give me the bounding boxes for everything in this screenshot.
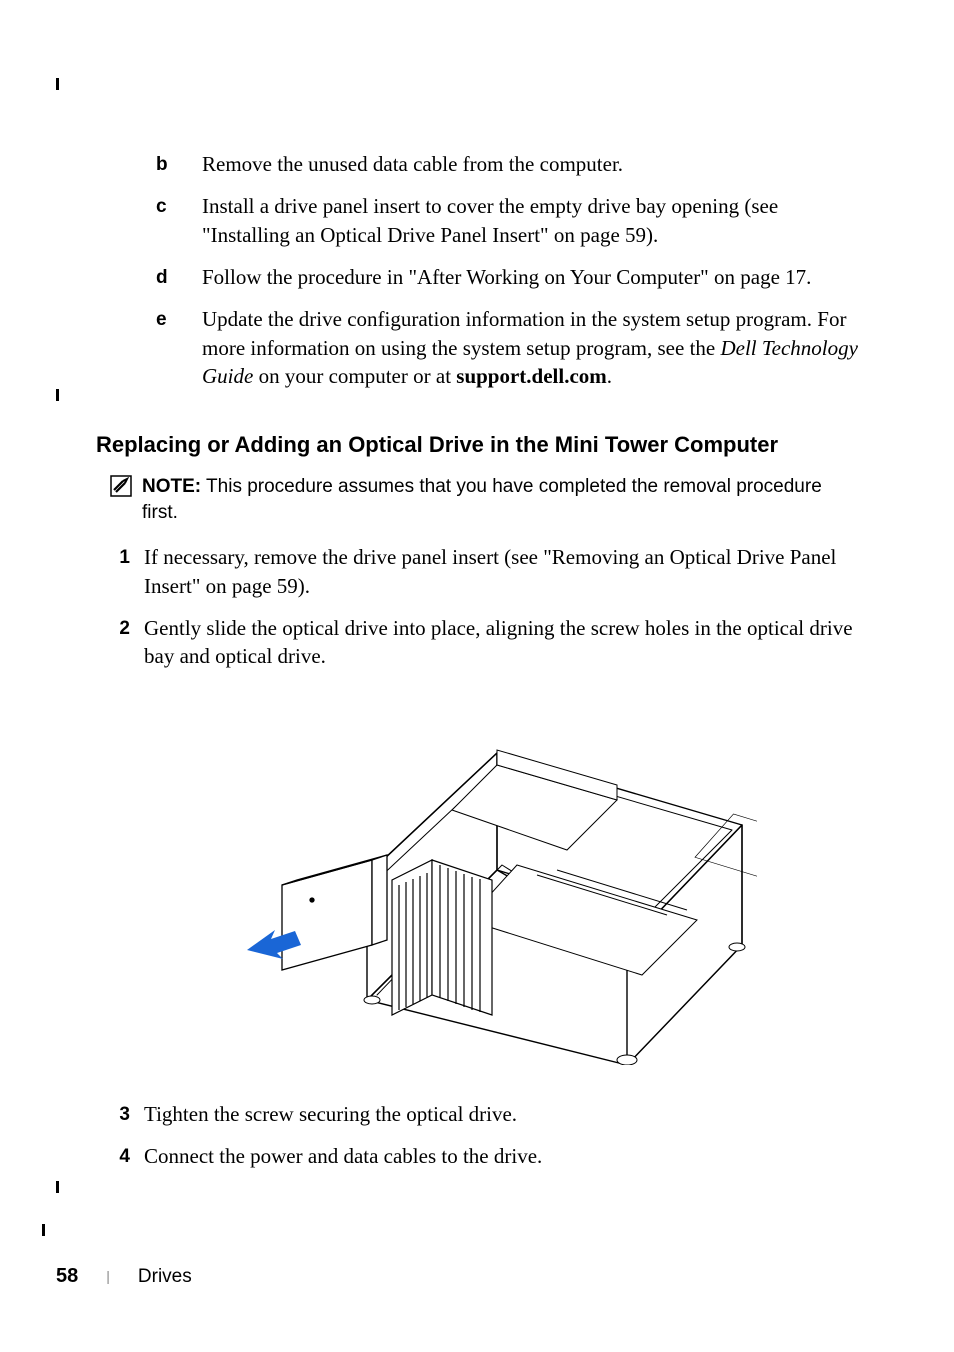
step-d: d Follow the procedure in "After Working… bbox=[156, 263, 858, 291]
step-marker: e bbox=[156, 305, 202, 390]
step-text: Install a drive panel insert to cover th… bbox=[202, 192, 858, 249]
section-heading: Replacing or Adding an Optical Drive in … bbox=[96, 430, 858, 460]
step-text: If necessary, remove the drive panel ins… bbox=[144, 543, 858, 600]
step-marker: 3 bbox=[114, 1100, 144, 1128]
lettered-step-list: b Remove the unused data cable from the … bbox=[156, 150, 858, 390]
step-marker: 2 bbox=[114, 614, 144, 671]
change-bar bbox=[56, 389, 59, 401]
page-number: 58 bbox=[56, 1263, 78, 1290]
step-marker: 4 bbox=[114, 1142, 144, 1170]
note-text: NOTE: This procedure assumes that you ha… bbox=[142, 474, 858, 525]
note-label: NOTE: bbox=[142, 476, 201, 497]
step-2: 2 Gently slide the optical drive into pl… bbox=[114, 614, 858, 671]
step-text: Tighten the screw securing the optical d… bbox=[144, 1100, 858, 1128]
step-text: Remove the unused data cable from the co… bbox=[202, 150, 858, 178]
step-e: e Update the drive configuration informa… bbox=[156, 305, 858, 390]
footer-separator: | bbox=[106, 1267, 110, 1286]
step-marker: 1 bbox=[114, 543, 144, 600]
footer-section: Drives bbox=[138, 1264, 192, 1290]
note-icon bbox=[110, 474, 142, 525]
change-bar bbox=[56, 1181, 59, 1193]
step-4: 4 Connect the power and data cables to t… bbox=[114, 1142, 858, 1170]
page-footer: 58 | Drives bbox=[56, 1263, 192, 1290]
note-body: This procedure assumes that you have com… bbox=[142, 476, 822, 523]
note-block: NOTE: This procedure assumes that you ha… bbox=[110, 474, 858, 525]
step-text-post: . bbox=[607, 364, 612, 388]
step-c: c Install a drive panel insert to cover … bbox=[156, 192, 858, 249]
step-marker: c bbox=[156, 192, 202, 249]
step-text: Follow the procedure in "After Working o… bbox=[202, 263, 858, 291]
step-text: Connect the power and data cables to the… bbox=[144, 1142, 858, 1170]
change-bar bbox=[56, 78, 59, 90]
numbered-step-list-top: 1 If necessary, remove the drive panel i… bbox=[114, 543, 858, 670]
step-text-mid: on your computer or at bbox=[253, 364, 456, 388]
step-1: 1 If necessary, remove the drive panel i… bbox=[114, 543, 858, 600]
step-text: Gently slide the optical drive into plac… bbox=[144, 614, 858, 671]
step-marker: b bbox=[156, 150, 202, 178]
numbered-step-list-bottom: 3 Tighten the screw securing the optical… bbox=[114, 1100, 858, 1171]
page-content: b Remove the unused data cable from the … bbox=[0, 0, 954, 1352]
step-text: Update the drive configuration informati… bbox=[202, 305, 858, 390]
step-b: b Remove the unused data cable from the … bbox=[156, 150, 858, 178]
step-3: 3 Tighten the screw securing the optical… bbox=[114, 1100, 858, 1128]
step-text-bold: support.dell.com bbox=[456, 364, 607, 388]
change-bar bbox=[42, 1224, 45, 1236]
optical-drive-figure bbox=[96, 695, 858, 1072]
step-marker: d bbox=[156, 263, 202, 291]
